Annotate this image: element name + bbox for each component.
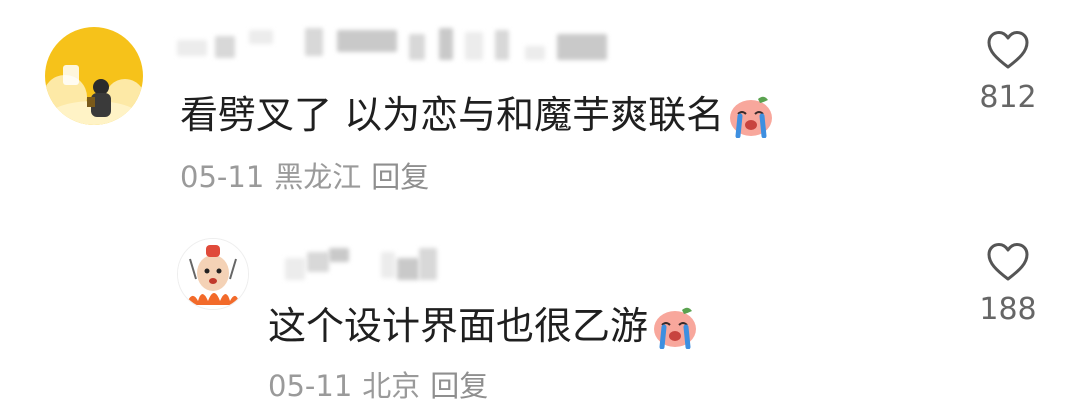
comment-item: 看劈叉了 以为恋与和魔芋爽联名 05-11 黑龙江 回复 812 (0, 0, 1080, 210)
reply-comment-item: 这个设计界面也很乙游 05-11 北京 回复 188 (0, 210, 1080, 408)
comment-meta: 05-11 黑龙江 回复 (180, 159, 439, 195)
comment-location: 北京 (362, 369, 421, 403)
comment-date: 05-11 (268, 369, 353, 403)
username-redacted[interactable] (285, 248, 455, 282)
like-button[interactable]: 188 (963, 242, 1053, 328)
avatar[interactable] (45, 27, 143, 125)
comment-date: 05-11 (180, 160, 265, 194)
comment-text-content: 这个设计界面也很乙游 (268, 304, 649, 348)
crying-face-emoji (654, 307, 697, 349)
avatar[interactable] (177, 238, 249, 310)
comment-meta: 05-11 北京 回复 (268, 368, 498, 404)
like-count: 188 (979, 292, 1037, 327)
like-button[interactable]: 812 (963, 30, 1053, 116)
comment-text: 看劈叉了 以为恋与和魔芋爽联名 (180, 92, 776, 138)
comment-location: 黑龙江 (274, 160, 362, 194)
like-count: 812 (979, 80, 1037, 115)
heart-outline-icon (987, 31, 1029, 69)
comment-text: 这个设计界面也很乙游 (268, 303, 700, 349)
reply-button[interactable]: 回复 (371, 160, 429, 194)
crying-face-emoji (730, 96, 773, 138)
comment-text-content: 看劈叉了 以为恋与和魔芋爽联名 (180, 93, 725, 137)
username-redacted[interactable] (177, 28, 617, 62)
reply-button[interactable]: 回复 (430, 369, 488, 403)
heart-outline-icon (987, 243, 1029, 281)
